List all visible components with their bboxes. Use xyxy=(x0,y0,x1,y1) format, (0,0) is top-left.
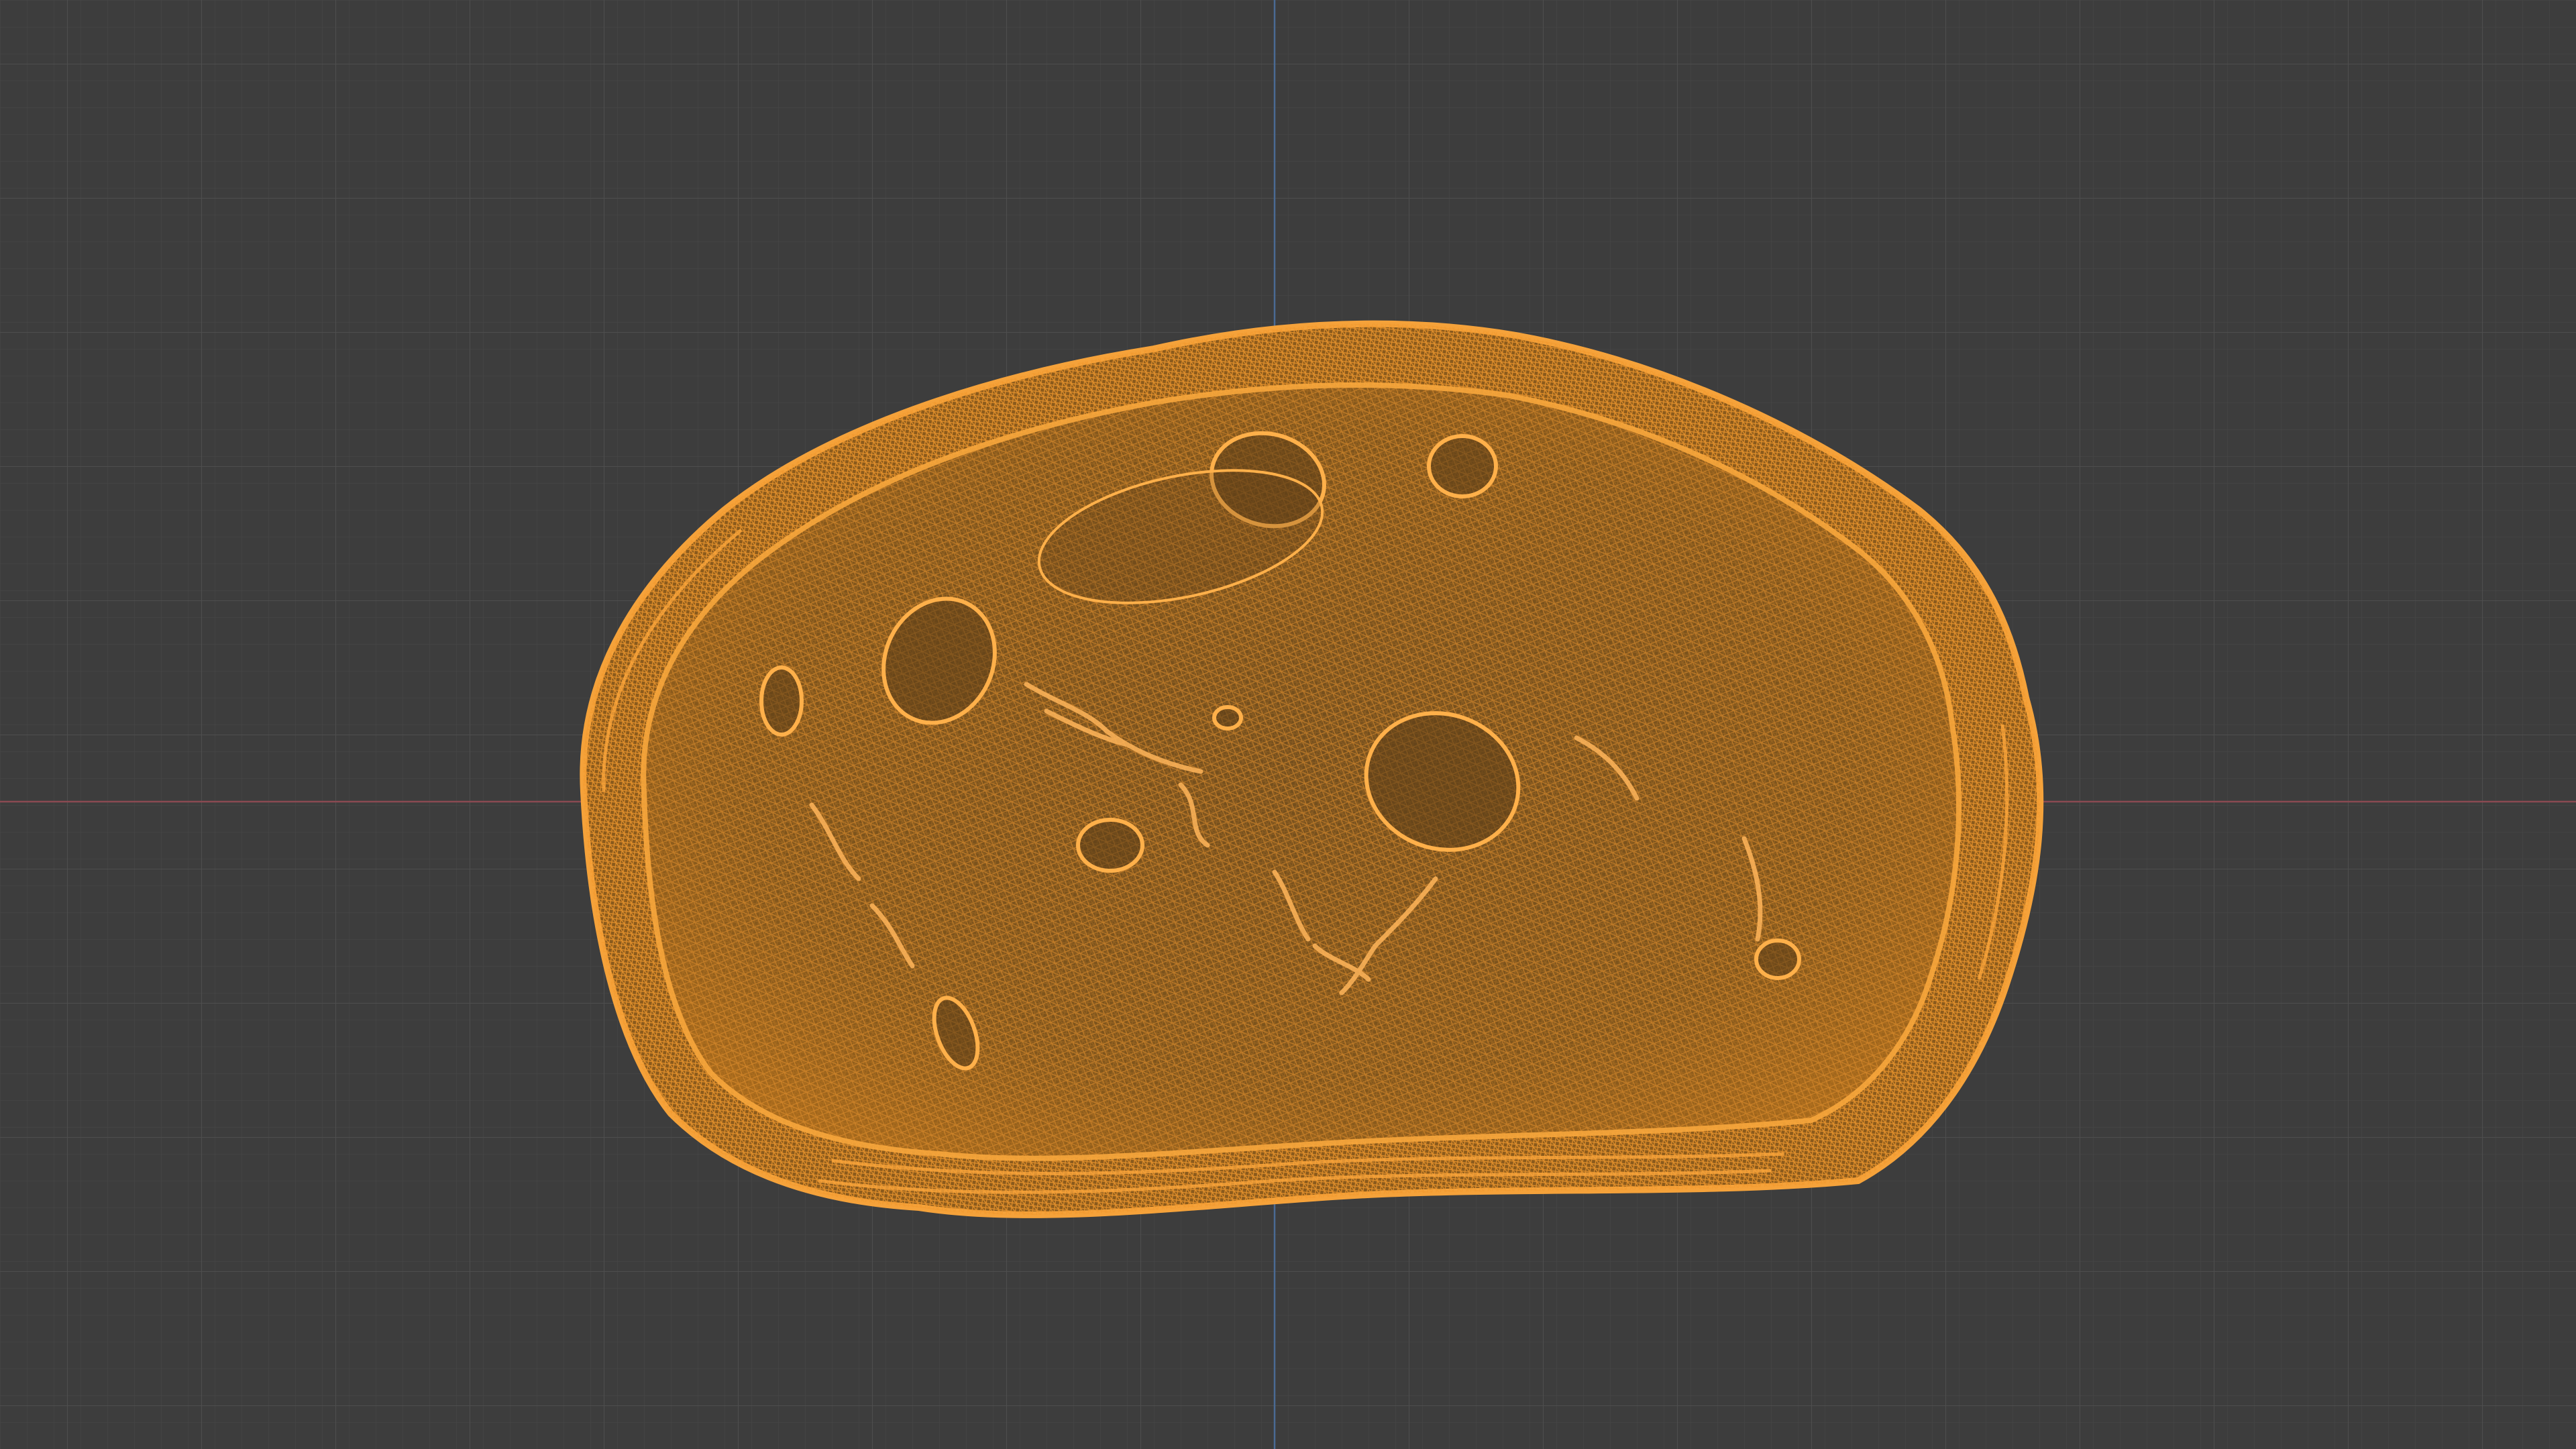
3d-viewport[interactable] xyxy=(0,0,2576,1449)
crumb-hole xyxy=(1754,938,1801,980)
viewport-canvas[interactable] xyxy=(0,0,2576,1449)
crumb-hole xyxy=(759,665,804,737)
crumb-hole xyxy=(1427,434,1498,498)
crumb-hole xyxy=(1076,818,1144,873)
crumb-hole xyxy=(1212,705,1243,731)
